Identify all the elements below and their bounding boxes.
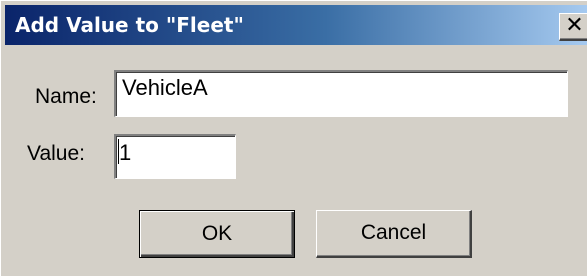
name-label: Name: [35, 85, 97, 108]
ok-button[interactable]: OK [139, 210, 295, 258]
dialog-title: Add Value to "Fleet" [15, 13, 244, 37]
close-button[interactable]: ✕ [559, 13, 587, 41]
name-field-value: VehicleA [122, 75, 208, 100]
add-value-dialog: Add Value to "Fleet" ✕ Name: VehicleA Va… [0, 0, 587, 276]
value-field[interactable]: 1 [114, 134, 236, 179]
name-field[interactable]: VehicleA [114, 70, 568, 117]
title-bar[interactable]: Add Value to "Fleet" ✕ [5, 5, 587, 45]
value-field-value: 1 [119, 140, 132, 165]
cancel-button[interactable]: Cancel [316, 210, 472, 258]
close-icon: ✕ [565, 13, 584, 38]
value-label: Value: [27, 142, 85, 165]
